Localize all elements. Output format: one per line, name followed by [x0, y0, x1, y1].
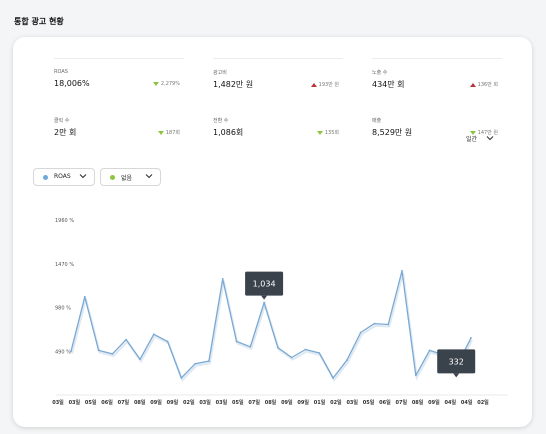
x-tick-label: 03일: [216, 399, 228, 406]
y-tick-label: 1470 %: [55, 262, 74, 268]
tooltip-value: 332: [449, 357, 464, 366]
data-point: [249, 345, 252, 348]
tooltip-pointer: [453, 373, 460, 378]
x-tick-label: 04일: [461, 399, 473, 406]
data-point: [359, 331, 362, 334]
data-point: [401, 269, 403, 272]
x-tick-label: 04일: [445, 399, 457, 406]
x-tick-label: 06일: [379, 399, 391, 406]
data-point: [414, 374, 417, 377]
x-tick-label: 02일: [330, 399, 342, 406]
data-point: [97, 349, 100, 352]
data-point: [332, 377, 334, 379]
x-tick-label: 07일: [395, 399, 407, 406]
data-point: [180, 377, 183, 379]
data-point: [428, 349, 431, 352]
data-point: [70, 350, 72, 353]
data-point: [290, 356, 293, 359]
x-tick-label: 08일: [265, 399, 277, 406]
data-point: [387, 323, 390, 326]
x-tick-label: 09일: [281, 399, 293, 406]
x-tick-label: 05일: [363, 399, 375, 406]
x-tick-label: 07일: [118, 399, 130, 406]
x-tick-label: 02일: [183, 399, 195, 406]
roas-line-chart: 1960 % 1470 % 980 % 490 % 03일 03일 05일 06일 07일 08일…: [52, 218, 508, 406]
x-tick-label: 03일: [199, 399, 211, 406]
data-point: [235, 340, 238, 343]
x-tick-label: 08일: [412, 399, 424, 406]
data-point: [152, 333, 155, 336]
data-point: [318, 352, 321, 354]
data-point: [166, 340, 169, 343]
chart-tooltip: 332: [437, 349, 476, 378]
data-point: [111, 353, 114, 355]
data-point: [276, 346, 279, 349]
data-point: [263, 301, 266, 304]
data-point: [345, 359, 348, 362]
x-tick-label: 09일: [150, 399, 162, 406]
y-tick-label: 980 %: [55, 306, 71, 312]
data-point: [139, 358, 141, 361]
data-point: [194, 362, 197, 365]
x-tick-label: 09일: [297, 399, 309, 406]
x-tick-label: 06일: [101, 399, 113, 406]
x-tick-label: 05일: [85, 399, 97, 406]
x-tick-label: 03일: [69, 399, 81, 406]
data-point: [470, 336, 472, 339]
tooltip-pointer: [261, 295, 268, 300]
x-tick-label: 01일: [314, 399, 326, 406]
x-tick-label: 09일: [428, 399, 440, 406]
data-point: [373, 322, 376, 325]
x-tick-label: 08일: [134, 399, 146, 406]
data-point: [208, 360, 210, 362]
x-tick-label: 07일: [248, 399, 260, 406]
x-tick-label: 03일: [346, 399, 358, 406]
y-tick-label: 1960 %: [55, 218, 74, 224]
y-tick-label: 490 %: [55, 349, 71, 355]
tooltip-value: 1,034: [253, 280, 276, 289]
x-tick-label: 02일: [477, 399, 489, 406]
data-point: [304, 348, 307, 351]
x-tick-label: 03일: [52, 399, 64, 406]
x-tick-label: 09일: [167, 399, 179, 406]
data-point: [221, 278, 224, 280]
data-point: [125, 338, 128, 341]
data-point: [83, 295, 86, 298]
chart-tooltip: 1,034: [245, 271, 284, 300]
x-tick-label: 05일: [232, 399, 244, 406]
